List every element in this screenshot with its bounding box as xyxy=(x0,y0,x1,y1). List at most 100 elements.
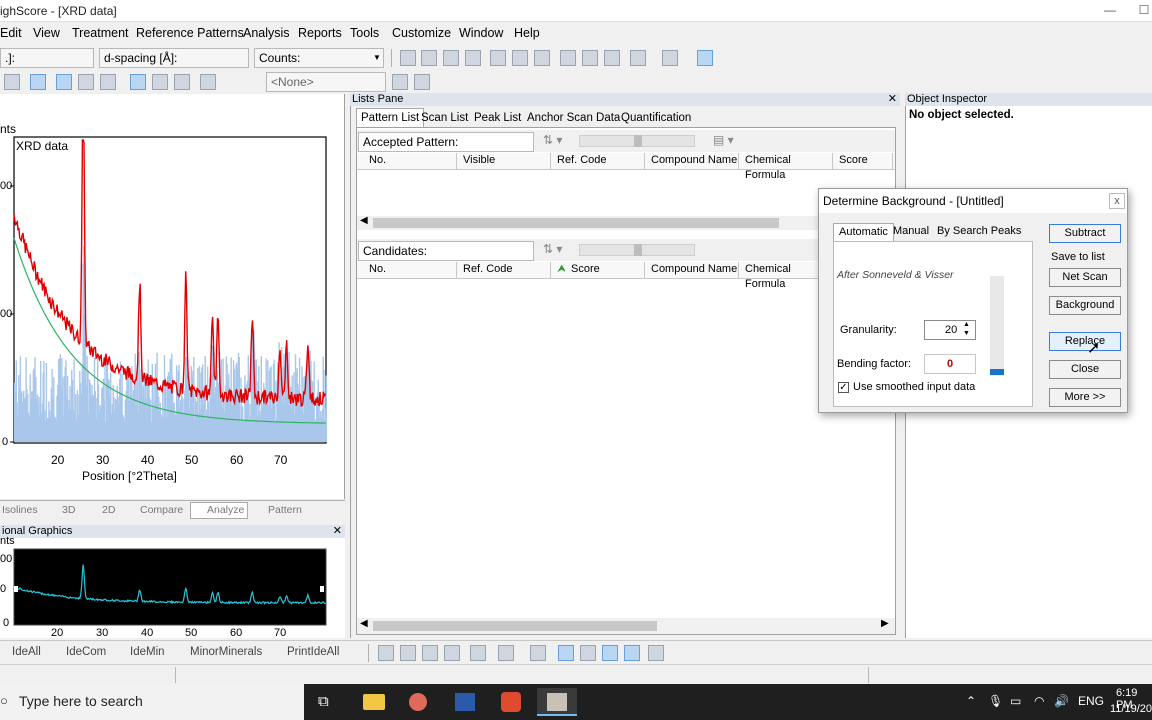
tab-pattern[interactable]: Pattern xyxy=(268,504,302,516)
bending-factor-value[interactable]: 0 xyxy=(947,358,953,370)
candidates-slider[interactable] xyxy=(579,244,695,256)
col-ref-code[interactable]: Ref. Code xyxy=(551,153,645,169)
battery-icon[interactable]: ▭ xyxy=(1010,694,1021,708)
col-ref-code[interactable]: Ref. Code xyxy=(457,262,551,278)
sort-icon[interactable]: ⇅ ▾ xyxy=(543,242,562,256)
preview-icon[interactable] xyxy=(512,50,528,66)
menu-customize[interactable]: Customize xyxy=(392,26,451,40)
peak-shape-icon[interactable] xyxy=(78,74,94,90)
bending-slider-thumb[interactable] xyxy=(990,369,1004,375)
language-indicator[interactable]: ENG xyxy=(1078,694,1104,708)
menu-reports[interactable]: Reports xyxy=(298,26,342,40)
tab-manual[interactable]: Manual xyxy=(888,223,934,241)
tab-pattern-list[interactable]: Pattern List xyxy=(356,108,425,127)
bar-chart-icon[interactable] xyxy=(4,74,20,90)
paste-icon[interactable] xyxy=(604,50,620,66)
settings-icon[interactable] xyxy=(414,74,430,90)
spinner-up-icon[interactable]: ▲ xyxy=(963,321,970,329)
file-explorer-icon[interactable] xyxy=(353,688,393,716)
undo-icon[interactable] xyxy=(630,50,646,66)
col-compound-name[interactable]: Compound Name xyxy=(645,262,739,278)
task-view-icon[interactable]: ⧉ xyxy=(318,693,329,710)
tab-automatic[interactable]: Automatic xyxy=(833,223,894,241)
scroll-thumb[interactable] xyxy=(373,218,779,228)
tab-2d[interactable]: 2D xyxy=(102,504,115,516)
scroll-right-icon[interactable]: ▶ xyxy=(881,618,889,629)
macro-printideall[interactable]: PrintIdeAll xyxy=(287,646,339,658)
chevron-down-icon[interactable]: ▼ xyxy=(373,53,381,62)
candidates-scrollbar[interactable]: ◀ ▶ xyxy=(357,618,895,634)
chevron-up-icon[interactable]: ⌃ xyxy=(966,694,976,708)
clock-date[interactable]: 11/19/20 xyxy=(1110,703,1152,715)
profile-tool-icon[interactable] xyxy=(498,645,514,661)
col-score[interactable]: Score xyxy=(565,262,645,278)
search-placeholder[interactable]: Type here to search xyxy=(19,693,143,709)
accepted-slider[interactable] xyxy=(579,135,695,147)
redo-icon[interactable] xyxy=(662,50,678,66)
maximize-button[interactable]: ☐ xyxy=(1134,2,1152,18)
phase-selector[interactable]: <None> xyxy=(266,72,386,92)
profile-tool-icon[interactable] xyxy=(530,645,546,661)
macro-idecom[interactable]: IdeCom xyxy=(66,646,106,658)
line-style-icon[interactable] xyxy=(30,74,46,90)
col-score[interactable]: Score xyxy=(833,153,893,169)
menu-analysis[interactable]: Analysis xyxy=(243,26,290,40)
subtract-button[interactable]: Subtract xyxy=(1049,224,1121,243)
tab-quantification[interactable]: Quantification xyxy=(616,108,696,127)
dialog-close-button[interactable]: x xyxy=(1109,193,1125,209)
browser-icon[interactable] xyxy=(399,688,439,716)
tab-peak-list[interactable]: Peak List xyxy=(469,108,526,127)
print-icon[interactable] xyxy=(490,50,506,66)
col-no[interactable]: No. xyxy=(363,262,457,278)
grid-icon[interactable] xyxy=(200,74,216,90)
fit-tool-icon[interactable] xyxy=(470,645,486,661)
more-button[interactable]: More >> xyxy=(1049,388,1121,407)
granularity-spinner[interactable]: 20 ▲ ▼ xyxy=(924,320,976,340)
filter-tool-icon[interactable] xyxy=(444,645,460,661)
copy-icon[interactable] xyxy=(582,50,598,66)
tab-anchor-scan-data[interactable]: Anchor Scan Data xyxy=(522,108,625,127)
display-peaks-icon[interactable] xyxy=(130,74,146,90)
replace-button[interactable]: Replace xyxy=(1049,332,1121,351)
scroll-left-icon[interactable]: ◀ xyxy=(360,618,368,629)
marker-tool-icon[interactable] xyxy=(624,645,640,661)
macro-idemin[interactable]: IdeMin xyxy=(130,646,165,658)
sort-icon[interactable]: ⇅ ▾ xyxy=(543,133,562,147)
macro-ideall[interactable]: IdeAll xyxy=(12,646,41,658)
word-icon[interactable] xyxy=(445,688,485,716)
compare-icon[interactable] xyxy=(392,74,408,90)
filter-icon[interactable]: ▤ ▾ xyxy=(713,133,734,147)
menu-tools[interactable]: Tools xyxy=(350,26,379,40)
menu-treatment[interactable]: Treatment xyxy=(72,26,129,40)
menu-view[interactable]: View xyxy=(33,26,60,40)
measure-tool-icon[interactable] xyxy=(648,645,664,661)
col-no[interactable]: No. xyxy=(363,153,457,169)
open-file-icon[interactable] xyxy=(400,50,416,66)
accepted-scrollbar[interactable]: ◀ xyxy=(357,215,895,230)
pie-icon[interactable] xyxy=(152,74,168,90)
tab-3d[interactable]: 3D xyxy=(62,504,75,516)
granularity-value[interactable]: 20 xyxy=(945,324,957,336)
highscore-icon[interactable] xyxy=(537,688,577,716)
menu-window[interactable]: Window xyxy=(459,26,503,40)
overview-handle[interactable] xyxy=(320,586,324,592)
overview-plot[interactable] xyxy=(0,538,345,638)
spinner-down-icon[interactable]: ▼ xyxy=(963,330,970,338)
microphone-icon[interactable]: 🎙 xyxy=(988,694,1003,708)
col-visible[interactable]: Visible xyxy=(457,153,551,169)
scroll-thumb[interactable] xyxy=(373,621,657,631)
wifi-icon[interactable]: ◠ xyxy=(1034,694,1044,708)
save-icon[interactable] xyxy=(443,50,459,66)
edit-icon[interactable] xyxy=(421,50,437,66)
recorder-icon[interactable] xyxy=(491,688,531,716)
bending-factor-field[interactable]: 0 xyxy=(924,354,976,374)
close-icon[interactable]: ✕ xyxy=(333,525,342,537)
net-scan-button[interactable]: Net Scan xyxy=(1049,268,1121,287)
tab-by-search-peaks[interactable]: By Search Peaks xyxy=(932,223,1026,241)
zoom-tool-icon[interactable] xyxy=(558,645,574,661)
window-layout-icon[interactable] xyxy=(697,50,713,66)
peak-profile-icon[interactable] xyxy=(56,74,72,90)
macro-minorminerals[interactable]: MinorMinerals xyxy=(190,646,262,658)
peak-tool-icon[interactable] xyxy=(400,645,416,661)
bending-slider[interactable] xyxy=(990,276,1004,376)
